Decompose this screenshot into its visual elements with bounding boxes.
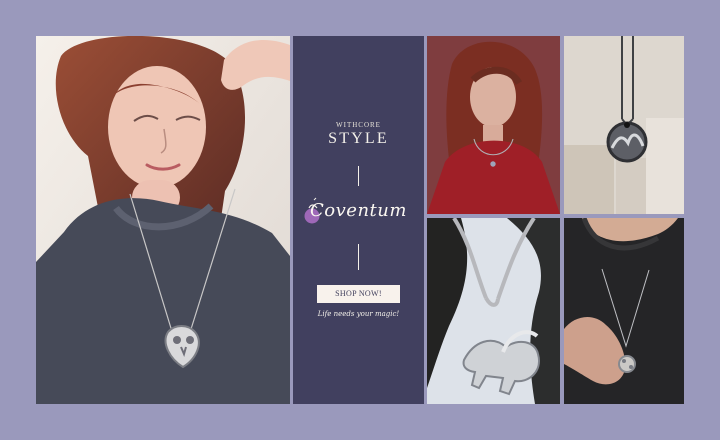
eyebrow-text: WITHCORE — [336, 121, 381, 129]
brand-logo: Coventum — [293, 196, 424, 236]
pendant-photo-bottom-middle — [427, 218, 560, 404]
collage-frame: WITHCORE STYLE Coventum SHOP NOW! Life n… — [36, 36, 684, 404]
divider-top — [358, 166, 359, 186]
divider-bottom — [358, 244, 359, 270]
pendant-photo-bottom-right — [564, 218, 684, 404]
shop-now-button[interactable]: SHOP NOW! — [317, 285, 400, 303]
promo-panel: WITHCORE STYLE Coventum SHOP NOW! Life n… — [293, 36, 424, 404]
portrait-photo-top-middle — [427, 36, 560, 214]
tagline-text: Life needs your magic! — [317, 310, 400, 318]
portrait-photo-left — [36, 36, 290, 404]
pendant-photo-top-right — [564, 36, 684, 214]
brand-name: Coventum — [310, 200, 407, 221]
headline-text: STYLE — [328, 130, 389, 147]
